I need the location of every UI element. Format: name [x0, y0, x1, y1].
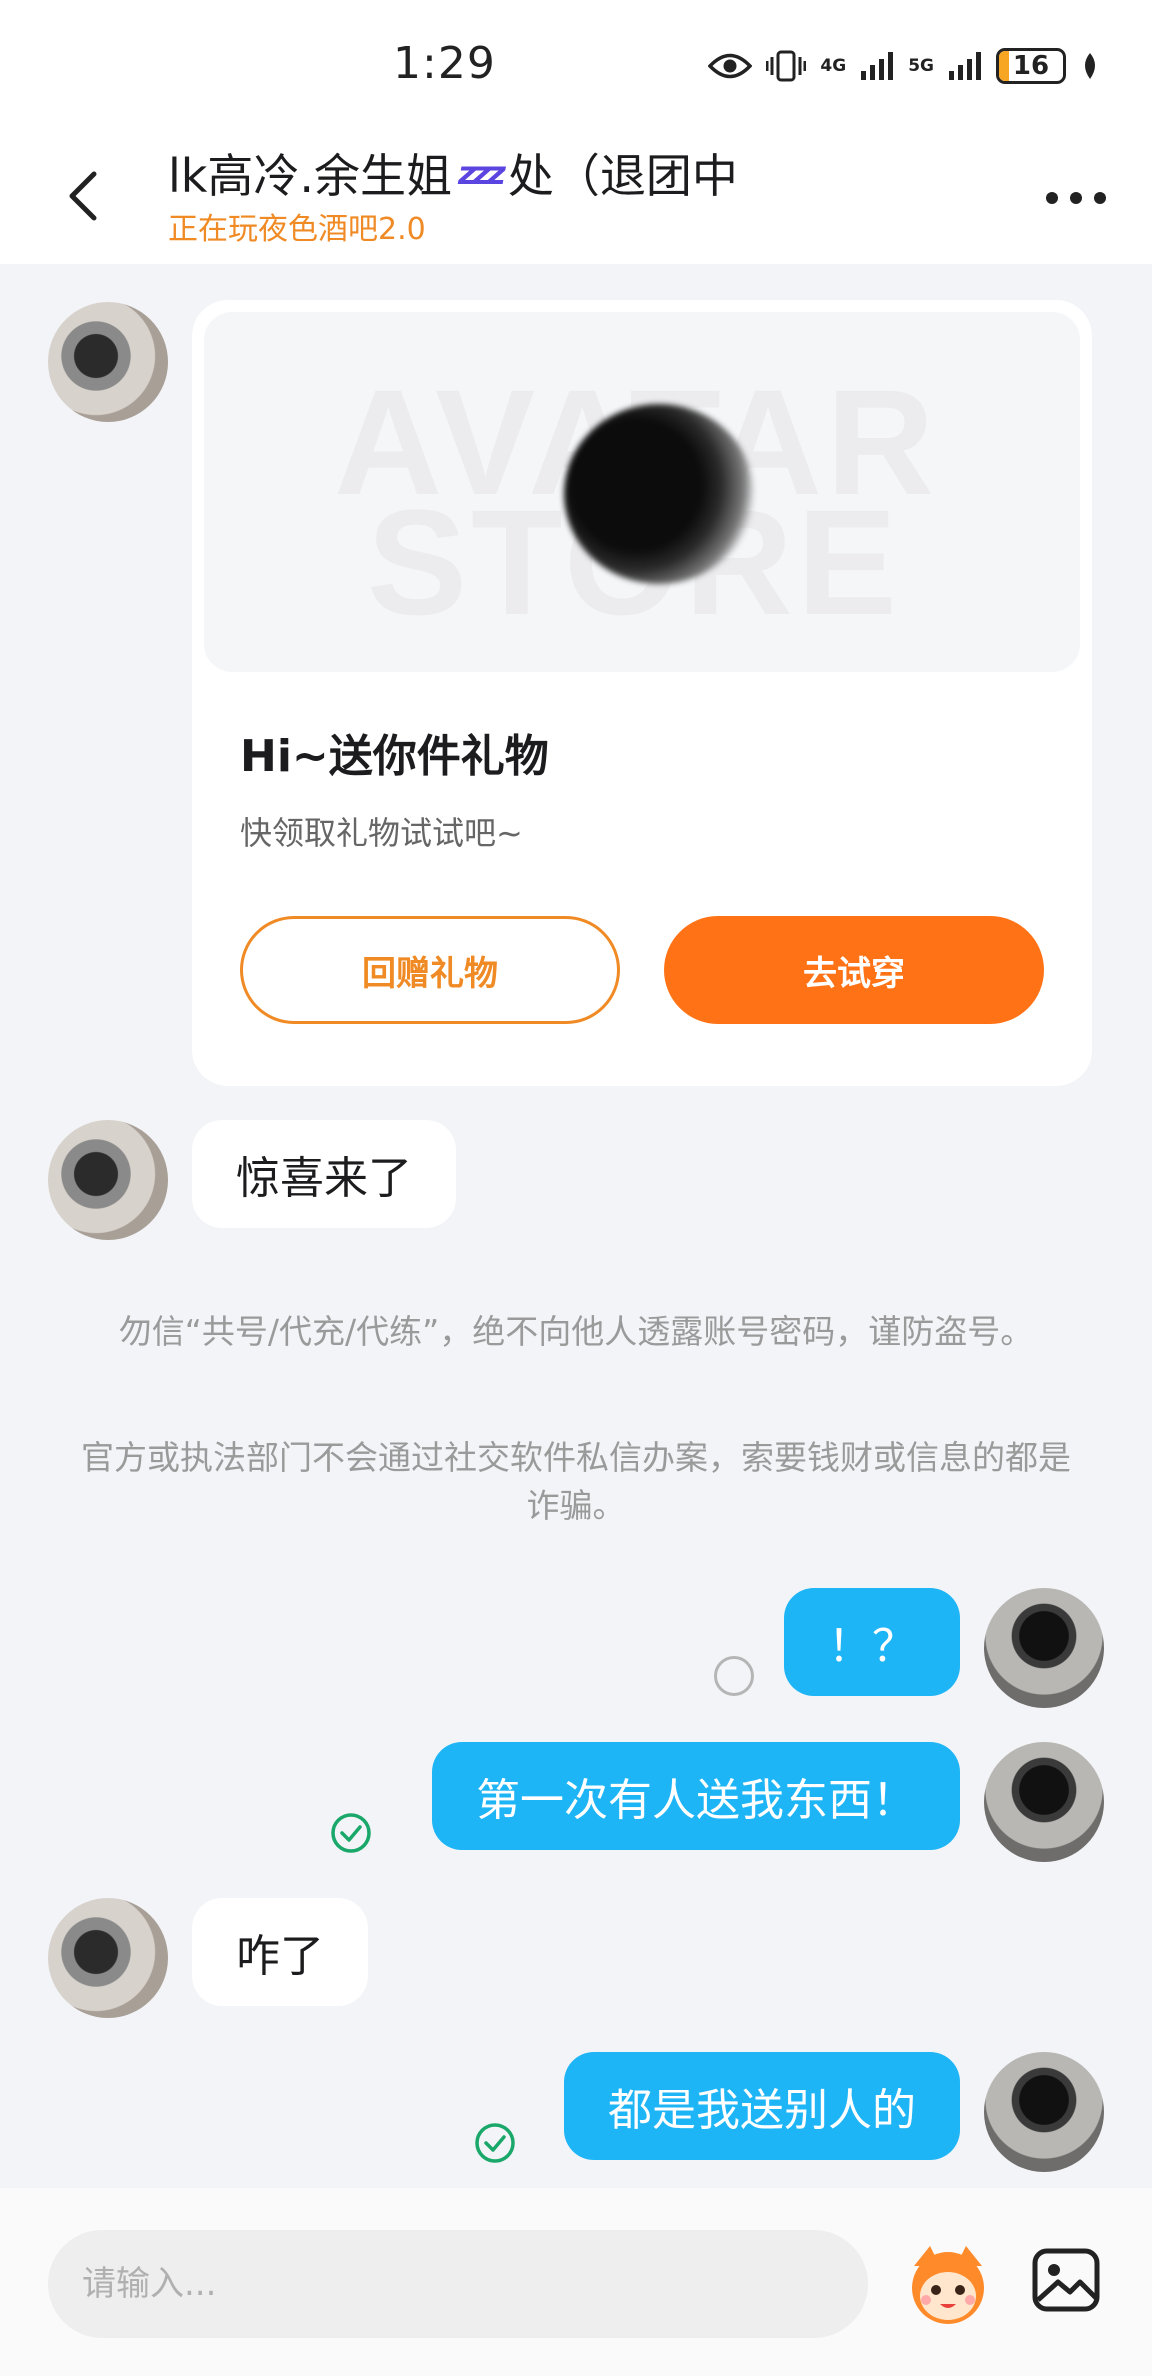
message-input[interactable]: [48, 2230, 868, 2338]
battery-label: 16: [1012, 51, 1050, 81]
input-bar: [0, 2188, 1152, 2376]
status-bar: 1:29 4G 5G 16: [0, 0, 1152, 132]
signal-icon: [861, 52, 894, 80]
network-label-1: 4G: [820, 56, 847, 76]
eye-icon: [708, 53, 753, 79]
gift-item-image: [564, 404, 754, 584]
avatar[interactable]: [984, 1588, 1104, 1708]
battery-fill: [999, 51, 1010, 81]
leaf-icon: [1085, 53, 1095, 79]
gift-title: Hi~送你件礼物: [240, 731, 549, 782]
network-label-2: 5G: [908, 56, 934, 76]
try-on-button[interactable]: 去试穿: [664, 916, 1044, 1024]
message-bubble[interactable]: 第一次有人送我东西！: [432, 1742, 960, 1850]
vibrate-icon: [766, 50, 807, 82]
gift-card[interactable]: AVATAR STORE Hi~送你件礼物 快领取礼物试试吧~ 回赠礼物 去试穿: [192, 300, 1092, 1086]
chat-subtitle: 正在玩夜色酒吧2.0: [168, 212, 426, 247]
return-gift-button[interactable]: 回赠礼物: [240, 916, 620, 1024]
fraud-notice: 官方或执法部门不会通过社交软件私信办案，索要钱财或信息的都是诈骗。: [81, 1438, 1071, 1525]
check-circle-icon: [475, 2123, 515, 2163]
pending-status-icon: [714, 1656, 754, 1696]
signal-icon: [949, 52, 981, 80]
chat-title-suffix: 处（退团中: [507, 149, 738, 203]
gift-image: AVATAR STORE: [204, 312, 1080, 672]
check-circle-icon: [331, 1813, 371, 1853]
avatar[interactable]: [48, 302, 168, 422]
avatar[interactable]: [984, 1742, 1104, 1862]
avatar[interactable]: [48, 1120, 168, 1240]
message-bubble[interactable]: 都是我送别人的: [564, 2052, 960, 2160]
security-notice: 勿信“共号/代充/代练”，绝不向他人透露账号密码，谨防盗号。: [118, 1312, 1034, 1351]
network-4g: 4G: [820, 56, 847, 76]
message-bubble[interactable]: 惊喜来了: [192, 1120, 456, 1228]
chat-title: lk高冷.余生姐 zzz 处（退团中: [168, 140, 738, 206]
emoji-mascot-icon[interactable]: [900, 2236, 996, 2332]
chat-header: lk高冷.余生姐 zzz 处（退团中 正在玩夜色酒吧2.0: [0, 132, 1152, 264]
avatar[interactable]: [48, 1898, 168, 2018]
avatar[interactable]: [984, 2052, 1104, 2172]
more-button[interactable]: [1040, 176, 1112, 220]
sleep-emoji-icon: zzz: [458, 154, 506, 192]
chat-title-prefix: lk高冷.余生姐: [168, 149, 453, 203]
status-time: 1:29: [393, 38, 496, 89]
back-arrow-icon: [69, 171, 97, 221]
more-dot: [1094, 192, 1106, 204]
image-icon[interactable]: [1030, 2244, 1102, 2316]
battery-indicator: 16: [996, 48, 1066, 84]
status-icons: 4G 5G 16: [708, 44, 1100, 88]
message-bubble[interactable]: ！？: [784, 1588, 960, 1696]
more-dot: [1070, 192, 1082, 204]
gift-description: 快领取礼物试试吧~: [240, 814, 523, 852]
back-button[interactable]: [52, 160, 112, 232]
more-dot: [1046, 192, 1058, 204]
message-bubble[interactable]: 咋了: [192, 1898, 368, 2006]
